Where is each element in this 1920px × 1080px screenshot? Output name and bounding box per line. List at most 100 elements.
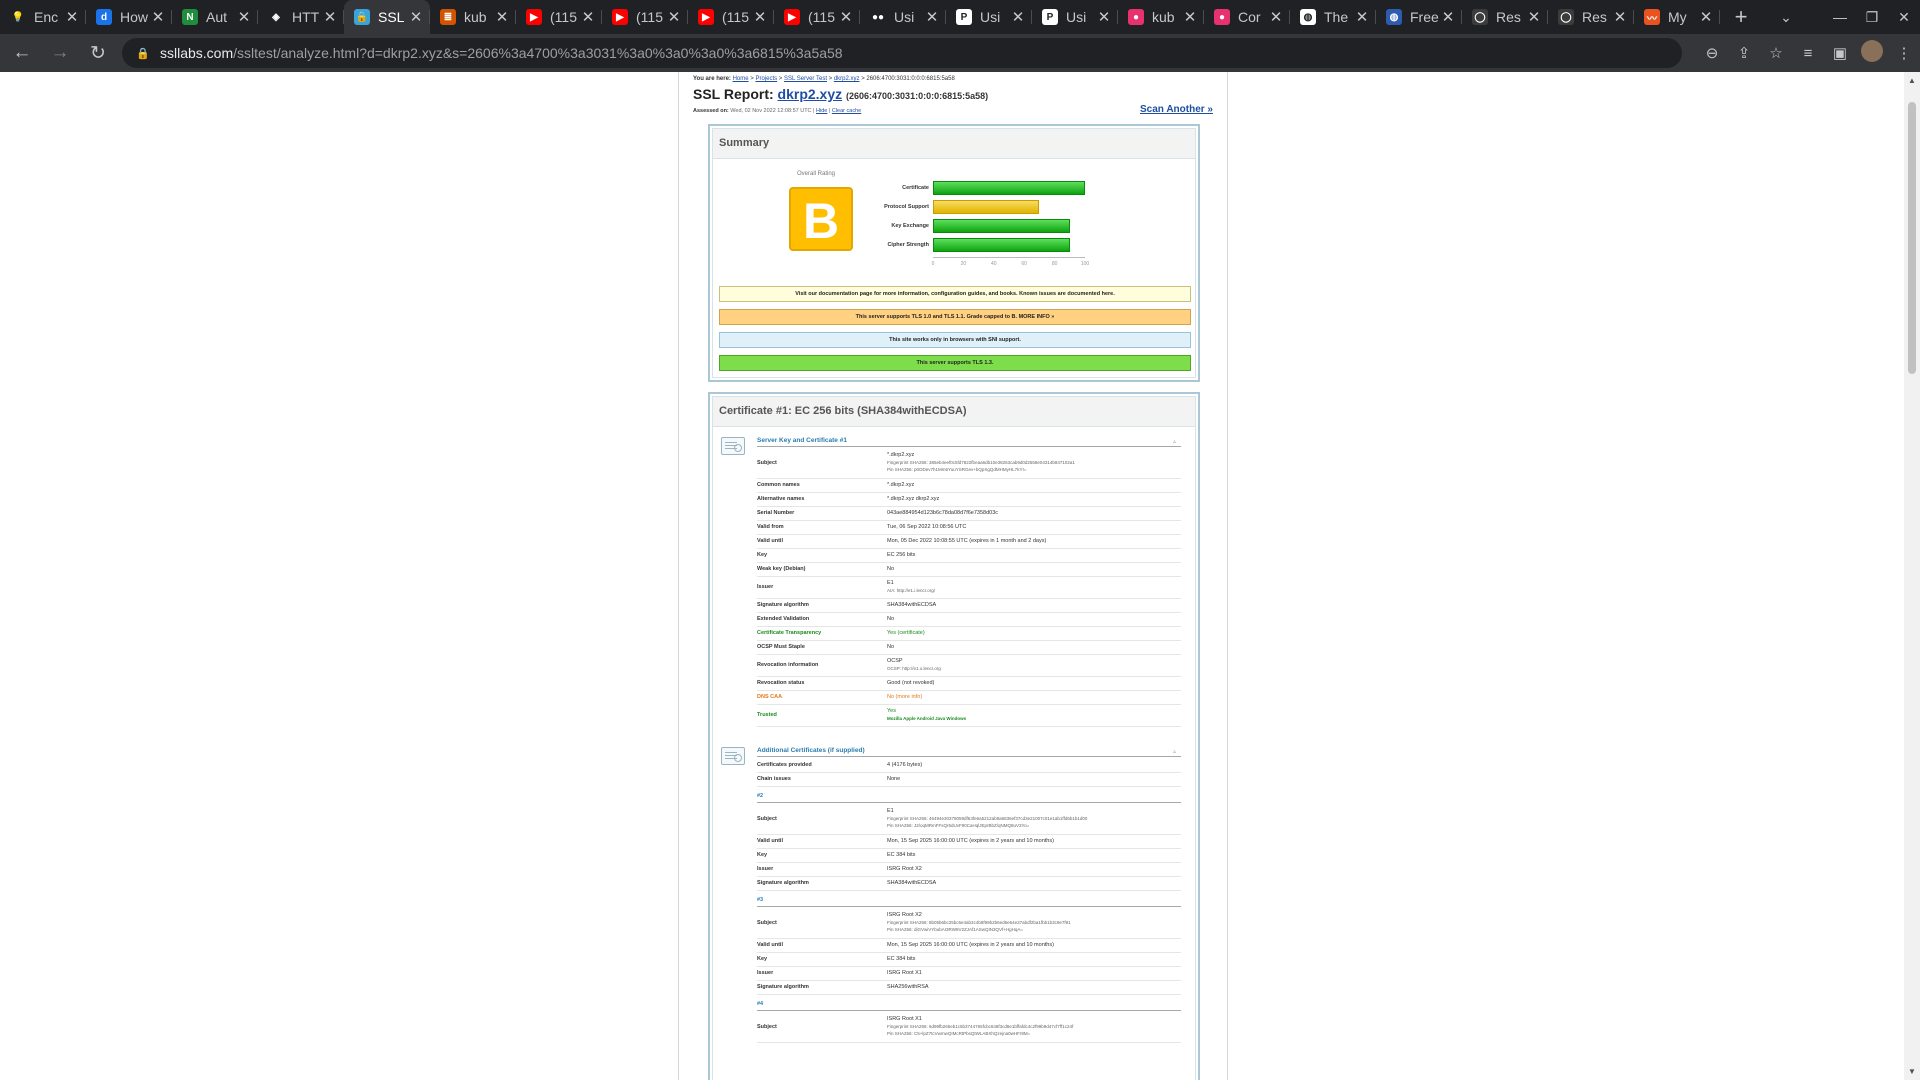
tab-close-icon[interactable]: ✕	[838, 8, 854, 26]
tab-close-icon[interactable]: ✕	[494, 8, 510, 26]
detail-value: Mon, 05 Dec 2022 10:08:55 UTC (expires i…	[887, 538, 1046, 544]
profile-avatar[interactable]	[1856, 40, 1888, 66]
breadcrumb-projects[interactable]: Projects	[755, 76, 777, 82]
tab-close-icon[interactable]: ✕	[666, 8, 682, 26]
breadcrumb-ssl-server-test[interactable]: SSL Server Test	[784, 76, 827, 82]
scroll-up-icon[interactable]: ▲	[1908, 76, 1916, 85]
d-icon: d	[96, 9, 112, 25]
detail-key: Signature algorithm	[757, 880, 809, 886]
menu-icon[interactable]: ⋮	[1888, 44, 1920, 62]
browser-tab[interactable]: ▶ (115 ✕	[516, 0, 602, 34]
tab-search-icon[interactable]: ⌄	[1770, 9, 1802, 26]
browser-tab[interactable]: ▶ (115 ✕	[774, 0, 860, 34]
scrollbar-thumb[interactable]	[1908, 102, 1916, 374]
tab-close-icon[interactable]: ✕	[752, 8, 768, 26]
detail-key: Certificates provided	[757, 762, 812, 768]
media-icon[interactable]: ≡	[1792, 45, 1824, 62]
detail-value: *.dkrp2.xyz Fingerprint SHA256: 385eb4eef…	[887, 452, 1075, 472]
tab-close-icon[interactable]: ✕	[150, 8, 166, 26]
tab-close-icon[interactable]: ✕	[1010, 8, 1026, 26]
detail-value: ISRG Root X2 Fingerprint SHA256: 8b05b6bc…	[887, 912, 1071, 932]
tab-close-icon[interactable]: ✕	[924, 8, 940, 26]
detail-value: Yes Mozilla Apple Android Java Windows	[887, 708, 966, 721]
browser-tab[interactable]: 💡 Enc ✕	[0, 0, 86, 34]
browser-tab[interactable]: 〰 My ✕	[1634, 0, 1720, 34]
tab-close-icon[interactable]: ✕	[1612, 8, 1628, 26]
new-tab-button[interactable]: +	[1726, 0, 1756, 34]
browser-tab[interactable]: ▶ (115 ✕	[602, 0, 688, 34]
tab-close-icon[interactable]: ✕	[1354, 8, 1370, 26]
detail-key: Valid from	[757, 524, 784, 530]
detail-value: EC 384 bits	[887, 852, 915, 858]
collapse-arrow-icon[interactable]: ▵	[1173, 748, 1176, 755]
breadcrumb-home[interactable]: Home	[733, 76, 749, 82]
share-icon[interactable]: ⇪	[1728, 44, 1760, 62]
tab-close-icon[interactable]: ✕	[1440, 8, 1456, 26]
detail-subtext: Fingerprint SHA256: 385eb4eef0c5fd7822fb…	[887, 460, 1075, 465]
browser-tab[interactable]: d How ✕	[86, 0, 172, 34]
browser-tab[interactable]: P Usi ✕	[1032, 0, 1118, 34]
tab-close-icon[interactable]: ✕	[64, 8, 80, 26]
detail-value-text: EC 384 bits	[887, 956, 916, 962]
browser-tab[interactable]: ● kub ✕	[1118, 0, 1204, 34]
collapse-arrow-icon[interactable]: ▵	[1173, 438, 1176, 445]
reload-button[interactable]: ↻	[82, 37, 114, 69]
clear-cache-link[interactable]: Clear cache	[832, 108, 861, 114]
detail-row: Alternative names *.dkrp2.xyz dkrp2.xyz	[757, 493, 1181, 507]
lock-icon[interactable]: 🔒	[136, 47, 150, 60]
detail-value-text: *.dkrp2.xyz	[887, 452, 915, 458]
address-bar[interactable]: 🔒 ssllabs.com/ssltest/analyze.html?d=dkr…	[122, 38, 1682, 68]
tab-close-icon[interactable]: ✕	[1268, 8, 1284, 26]
detail-value: OCSP OCSP: http://e1.o.lencr.org	[887, 658, 941, 671]
tab-close-icon[interactable]: ✕	[322, 8, 338, 26]
browser-tab[interactable]: P Usi ✕	[946, 0, 1032, 34]
tab-close-icon[interactable]: ✕	[408, 8, 424, 26]
detail-row: Key EC 384 bits	[757, 849, 1181, 863]
breadcrumb-domain[interactable]: dkrp2.xyz	[834, 76, 860, 82]
domain-link[interactable]: dkrp2.xyz	[778, 86, 843, 102]
tab-close-icon[interactable]: ✕	[1182, 8, 1198, 26]
browser-tab[interactable]: ◈ HTT ✕	[258, 0, 344, 34]
browser-tab[interactable]: ◯ Res ✕	[1462, 0, 1548, 34]
restore-icon[interactable]: ❐	[1856, 9, 1888, 26]
browser-tab[interactable]: 🔒 SSL ✕	[344, 0, 430, 34]
browser-tab[interactable]: ≣ kub ✕	[430, 0, 516, 34]
browser-tab[interactable]: ▶ (115 ✕	[688, 0, 774, 34]
detail-value: No	[887, 644, 894, 650]
tab-title: (115	[808, 9, 835, 25]
detail-value: 043ae884954d123b6c78da08d7f6e7358d03c	[887, 510, 998, 516]
ssllabs-page: You are here: Home > Projects > SSL Serv…	[678, 72, 1228, 1080]
url-path: /ssltest/analyze.html?d=dkrp2.xyz&s=2606…	[233, 45, 843, 61]
browser-tab[interactable]: ◍ The ✕	[1290, 0, 1376, 34]
tab-close-icon[interactable]: ✕	[1698, 8, 1714, 26]
tab-title: My	[1668, 9, 1687, 25]
browser-tab[interactable]: ● Cor ✕	[1204, 0, 1290, 34]
back-button[interactable]: ←	[6, 37, 38, 69]
tab-title: Aut	[206, 9, 228, 25]
detail-key: Serial Number	[757, 510, 795, 516]
close-window-icon[interactable]: ✕	[1888, 9, 1920, 26]
page-scrollbar[interactable]: ▲ ▼	[1904, 72, 1920, 1080]
chain-cert-number: #4	[757, 1001, 764, 1007]
detail-value: Mon, 15 Sep 2025 16:00:00 UTC (expires i…	[887, 838, 1054, 844]
browser-tab[interactable]: ◯ Res ✕	[1548, 0, 1634, 34]
p-icon: P	[1042, 9, 1058, 25]
forward-button[interactable]: →	[44, 37, 76, 69]
x-tick-label: 60	[1021, 261, 1027, 267]
hide-link[interactable]: Hide	[816, 108, 827, 114]
minimize-icon[interactable]: —	[1824, 9, 1856, 25]
overall-rating-label: Overall Rating	[797, 171, 836, 177]
tab-close-icon[interactable]: ✕	[1526, 8, 1542, 26]
tab-close-icon[interactable]: ✕	[236, 8, 252, 26]
tab-close-icon[interactable]: ✕	[580, 8, 596, 26]
browser-tab[interactable]: ◍ Free ✕	[1376, 0, 1462, 34]
browser-tab[interactable]: N Aut ✕	[172, 0, 258, 34]
browser-tab[interactable]: ●● Usi ✕	[860, 0, 946, 34]
detail-row: Subject *.dkrp2.xyz Fingerprint SHA256: 38…	[757, 449, 1181, 479]
scan-another-link[interactable]: Scan Another »	[1140, 104, 1213, 115]
side-panel-icon[interactable]: ▣	[1824, 44, 1856, 62]
scroll-down-icon[interactable]: ▼	[1908, 1067, 1916, 1076]
bookmark-star-icon[interactable]: ☆	[1760, 44, 1792, 62]
zoom-icon[interactable]: ⊖	[1696, 44, 1728, 62]
tab-close-icon[interactable]: ✕	[1096, 8, 1112, 26]
